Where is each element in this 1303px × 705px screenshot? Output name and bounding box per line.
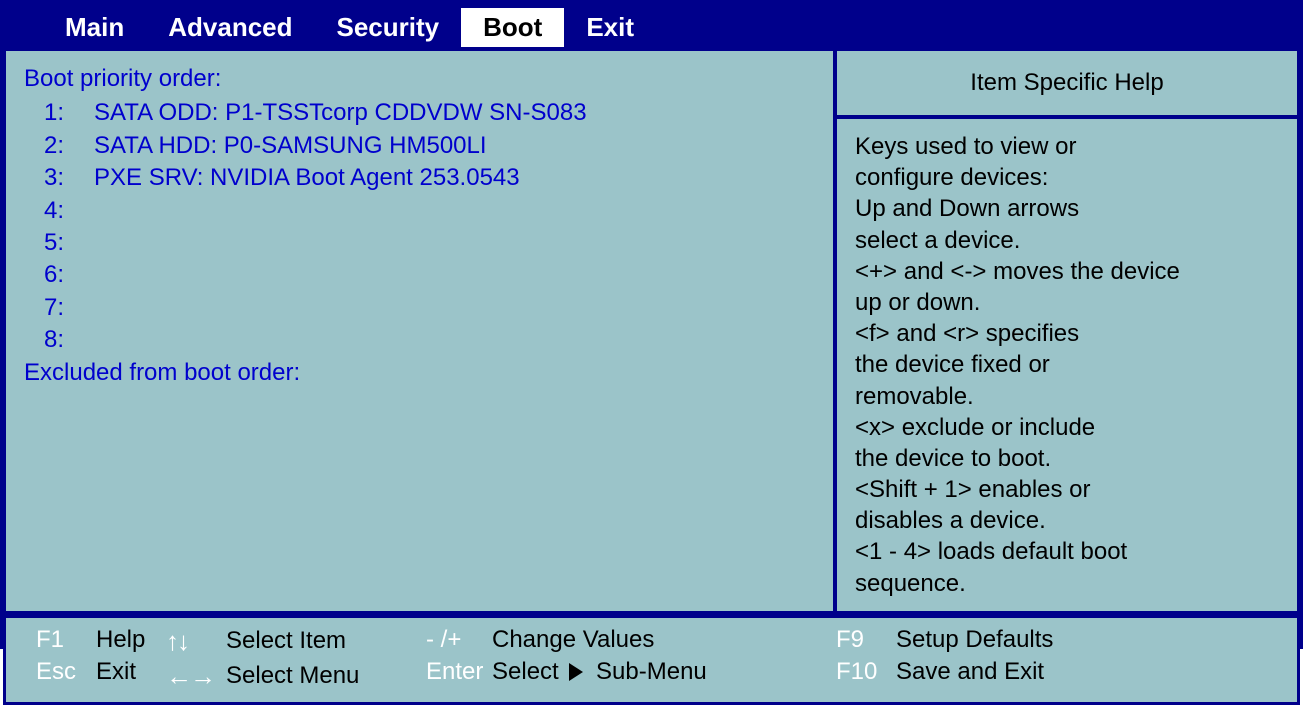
tab-security[interactable]: Security xyxy=(315,8,462,47)
triangle-right-icon xyxy=(569,663,583,681)
boot-item-2[interactable]: 2: SATA HDD: P0-SAMSUNG HM500LI xyxy=(24,130,815,162)
help-line: <+> and <-> moves the device xyxy=(855,256,1279,287)
boot-item-5[interactable]: 5: xyxy=(24,227,815,259)
boot-num: 1: xyxy=(24,97,94,129)
boot-num: 7: xyxy=(24,292,94,324)
boot-val xyxy=(94,259,815,291)
bios-screen: Main Advanced Security Boot Exit Boot pr… xyxy=(0,0,1303,649)
help-line: disables a device. xyxy=(855,505,1279,536)
tab-boot[interactable]: Boot xyxy=(461,8,564,47)
boot-item-3[interactable]: 3: PXE SRV: NVIDIA Boot Agent 253.0543 xyxy=(24,162,815,194)
help-panel: Item Specific Help Keys used to view or … xyxy=(837,51,1297,611)
boot-val xyxy=(94,227,815,259)
boot-item-4[interactable]: 4: xyxy=(24,195,815,227)
help-line: removable. xyxy=(855,381,1279,412)
boot-item-7[interactable]: 7: xyxy=(24,292,815,324)
label-submenu: Sub-Menu xyxy=(596,658,707,685)
key-f10: F10 xyxy=(836,658,896,686)
help-line: <Shift + 1> enables or xyxy=(855,474,1279,505)
tab-exit[interactable]: Exit xyxy=(564,8,656,47)
leftright-arrow-icon: ←→ xyxy=(166,661,226,692)
excluded-header: Excluded from boot order: xyxy=(24,357,815,389)
help-line: select a device. xyxy=(855,225,1279,256)
updown-arrow-icon: ↑↓ xyxy=(166,626,226,657)
tab-advanced[interactable]: Advanced xyxy=(146,8,314,47)
legend-f9: F9 Setup Defaults xyxy=(836,626,1267,654)
label-setup-defaults: Setup Defaults xyxy=(896,626,1053,654)
footer-key-legend: F1 Help Esc Exit ↑↓ Select Item ←→ Selec… xyxy=(3,614,1300,705)
boot-val xyxy=(94,324,815,356)
legend-f10: F10 Save and Exit xyxy=(836,658,1267,686)
key-enter: Enter xyxy=(426,658,492,686)
key-plusminus: - /+ xyxy=(426,626,492,654)
key-f1: F1 xyxy=(36,626,96,654)
boot-priority-header: Boot priority order: xyxy=(24,63,815,95)
boot-val xyxy=(94,292,815,324)
help-line: up or down. xyxy=(855,287,1279,318)
help-line: sequence. xyxy=(855,568,1279,599)
help-title: Item Specific Help xyxy=(837,51,1297,119)
legend-f1-help: F1 Help xyxy=(36,626,166,654)
label-select: Select xyxy=(492,658,559,685)
label-select-item: Select Item xyxy=(226,627,346,655)
help-body: Keys used to view or configure devices: … xyxy=(837,119,1297,611)
boot-num: 8: xyxy=(24,324,94,356)
boot-num: 6: xyxy=(24,259,94,291)
label-select-menu: Select Menu xyxy=(226,662,359,690)
help-line: Up and Down arrows xyxy=(855,193,1279,224)
help-line: the device fixed or xyxy=(855,349,1279,380)
help-line: configure devices: xyxy=(855,162,1279,193)
tab-main[interactable]: Main xyxy=(43,8,146,47)
boot-num: 4: xyxy=(24,195,94,227)
help-line: <f> and <r> specifies xyxy=(855,318,1279,349)
legend-plusminus: - /+ Change Values xyxy=(426,626,816,654)
boot-val: SATA HDD: P0-SAMSUNG HM500LI xyxy=(94,130,815,162)
label-exit: Exit xyxy=(96,658,136,686)
legend-enter: Enter Select Sub-Menu xyxy=(426,658,816,686)
tab-bar: Main Advanced Security Boot Exit xyxy=(3,3,1300,51)
label-save-exit: Save and Exit xyxy=(896,658,1044,686)
legend-updown: ↑↓ Select Item xyxy=(166,626,426,657)
content-area: Boot priority order: 1: SATA ODD: P1-TSS… xyxy=(3,51,1300,614)
help-line: the device to boot. xyxy=(855,443,1279,474)
legend-esc-exit: Esc Exit xyxy=(36,658,166,686)
boot-num: 3: xyxy=(24,162,94,194)
label-help: Help xyxy=(96,626,145,654)
key-f9: F9 xyxy=(836,626,896,654)
boot-num: 2: xyxy=(24,130,94,162)
label-change-values: Change Values xyxy=(492,626,654,654)
boot-num: 5: xyxy=(24,227,94,259)
legend-leftright: ←→ Select Menu xyxy=(166,661,426,692)
help-line: <x> exclude or include xyxy=(855,412,1279,443)
boot-item-6[interactable]: 6: xyxy=(24,259,815,291)
help-line: <1 - 4> loads default boot xyxy=(855,536,1279,567)
boot-item-8[interactable]: 8: xyxy=(24,324,815,356)
main-panel: Boot priority order: 1: SATA ODD: P1-TSS… xyxy=(6,51,837,611)
label-select-submenu: Select Sub-Menu xyxy=(492,658,707,686)
boot-val: PXE SRV: NVIDIA Boot Agent 253.0543 xyxy=(94,162,815,194)
boot-val xyxy=(94,195,815,227)
help-line: Keys used to view or xyxy=(855,131,1279,162)
boot-val: SATA ODD: P1-TSSTcorp CDDVDW SN-S083 xyxy=(94,97,815,129)
boot-item-1[interactable]: 1: SATA ODD: P1-TSSTcorp CDDVDW SN-S083 xyxy=(24,97,815,129)
key-esc: Esc xyxy=(36,658,96,686)
